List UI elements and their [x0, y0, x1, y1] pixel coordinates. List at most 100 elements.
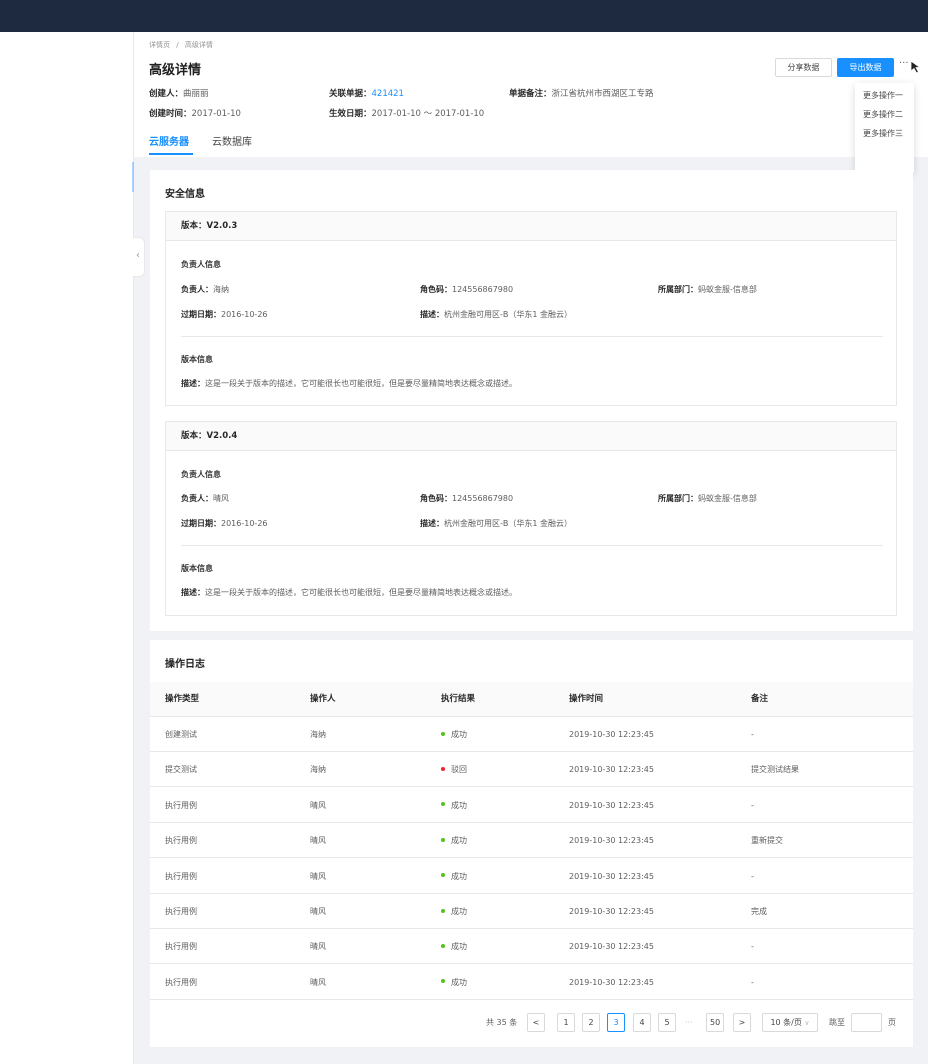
status-cell: 成功: [441, 788, 467, 823]
meta-effective: 生效日期：2017-01-10 ～ 2017-01-10: [329, 109, 485, 119]
status-dot-icon: [441, 731, 445, 736]
share-data-button[interactable]: 分享数据: [775, 58, 832, 77]
table-cell: 2019-10-30 12:23:45: [569, 765, 654, 775]
table-row: 执行用例 晴风 成功 2019-10-30 12:23:45 -: [150, 859, 913, 894]
desc-field: 描述：杭州金融可用区-B（华东1 金融云）: [420, 519, 573, 528]
table-cell: -: [751, 800, 754, 810]
table-cell: 海纳: [310, 730, 326, 739]
pagination-page-4[interactable]: 4: [633, 1013, 651, 1032]
table-cell: 提交测试结果: [751, 765, 799, 775]
status-cell: 成功: [441, 965, 467, 1000]
table-cell: 完成: [751, 907, 767, 916]
version-title: 版本：V2.0.4: [166, 422, 896, 451]
pagination-next-button[interactable]: >: [733, 1013, 751, 1032]
status-cell: 成功: [441, 859, 467, 894]
version-section-title: 版本信息: [181, 355, 213, 364]
table-cell: 2019-10-30 12:23:45: [569, 977, 654, 987]
breadcrumb-item-detail[interactable]: 详情页: [149, 41, 170, 49]
security-info-title: 安全信息: [165, 189, 205, 200]
meta-created: 创建时间：2017-01-10: [149, 109, 241, 119]
chevron-left-icon: ‹: [136, 250, 140, 261]
version-section-title: 版本信息: [181, 564, 213, 573]
table-cell: 晴风: [310, 977, 326, 987]
table-row: 提交测试 海纳 驳回 2019-10-30 12:23:45 提交测试结果: [150, 752, 913, 788]
pagination-prev-button[interactable]: <: [527, 1013, 545, 1032]
column-header[interactable]: 执行结果: [441, 682, 475, 717]
related-link[interactable]: 421421: [372, 89, 404, 99]
operation-log-title: 操作日志: [165, 659, 205, 670]
table-row: 执行用例 晴风 成功 2019-10-30 12:23:45 -: [150, 965, 913, 1000]
pagination-total: 共 35 条: [486, 1018, 518, 1027]
table-cell: 执行用例: [165, 836, 197, 846]
table-cell: 晴风: [310, 907, 326, 916]
table-cell: -: [751, 977, 754, 987]
table-cell: 2019-10-30 12:23:45: [569, 871, 654, 881]
pagination-ellipsis[interactable]: ···: [685, 1013, 693, 1032]
dept-field: 所属部门：蚂蚁金服-信息部: [658, 494, 757, 503]
sidebar-selected-indicator: [132, 162, 134, 192]
table-cell: 晴风: [310, 800, 326, 810]
table-cell: 执行用例: [165, 800, 197, 810]
table-cell: 创建测试: [165, 730, 197, 739]
pagination-page-2[interactable]: 2: [582, 1013, 600, 1032]
owner-section-title: 负责人信息: [181, 260, 221, 269]
pagination-page-5[interactable]: 5: [658, 1013, 676, 1032]
jump-label: 跳至: [829, 1018, 845, 1027]
table-row: 执行用例 晴风 成功 2019-10-30 12:23:45 -: [150, 788, 913, 823]
table-cell: 晴风: [310, 942, 326, 952]
jump-page-input[interactable]: [851, 1013, 882, 1032]
table-cell: 重新提交: [751, 836, 783, 846]
status-dot-icon: [441, 766, 445, 771]
tab-cloud-database[interactable]: 云数据库: [212, 133, 252, 148]
status-dot-icon: [441, 943, 445, 948]
table-cell: 2019-10-30 12:23:45: [569, 907, 654, 916]
sidebar-collapse-button[interactable]: ‹: [133, 237, 145, 277]
column-header[interactable]: 备注: [751, 682, 768, 717]
security-info-card: 安全信息 版本：V2.0.3 负责人信息 负责人：海纳 角色码：12455686…: [150, 170, 913, 631]
desc-field: 描述：杭州金融可用区-B（华东1 金融云）: [420, 310, 573, 319]
meta-note: 单据备注：浙江省杭州市西湖区工专路: [509, 89, 654, 99]
meta-related: 关联单据：421421: [329, 89, 404, 99]
owner-field: 负责人：晴风: [181, 494, 229, 503]
tab-cloud-server[interactable]: 云服务器: [149, 133, 189, 148]
pagination-page-1[interactable]: 1: [557, 1013, 575, 1032]
version-title: 版本：V2.0.3: [166, 212, 896, 241]
table-cell: 执行用例: [165, 977, 197, 987]
breadcrumb-item-current: 高级详情: [184, 41, 213, 49]
dropdown-item-more-2[interactable]: 更多操作二: [855, 105, 914, 124]
table-cell: -: [751, 942, 754, 952]
export-data-button[interactable]: 导出数据: [837, 58, 894, 77]
table-header: 操作类型 操作人 执行结果 操作时间 备注: [150, 682, 913, 717]
page-size-select[interactable]: 10 条/页 ∨: [762, 1013, 818, 1032]
pagination-page-3[interactable]: 3: [607, 1013, 625, 1032]
status-cell: 成功: [441, 929, 467, 964]
role-field: 角色码：124556867980: [420, 494, 514, 503]
sidebar: [0, 32, 134, 1064]
table-cell: 2019-10-30 12:23:45: [569, 800, 654, 810]
version-desc-field: 描述：这是一段关于版本的描述，它可能很长也可能很短，但是要尽量精简地表达概念或描…: [181, 588, 517, 597]
table-cell: 提交测试: [165, 765, 197, 775]
top-navbar: [0, 0, 928, 32]
table-row: 执行用例 晴风 成功 2019-10-30 12:23:45 -: [150, 929, 913, 965]
status-dot-icon: [441, 837, 445, 842]
table-cell: -: [751, 730, 754, 739]
version-panel: 版本：V2.0.4 负责人信息 负责人：晴风 角色码：124556867980 …: [165, 421, 897, 616]
column-header[interactable]: 操作时间: [569, 682, 603, 717]
more-actions-button[interactable]: ···: [899, 58, 909, 69]
dropdown-item-more-3[interactable]: 更多操作三: [855, 124, 914, 143]
column-header[interactable]: 操作类型: [165, 682, 199, 717]
pagination-page-50[interactable]: 50: [706, 1013, 725, 1032]
dropdown-item-more-1[interactable]: 更多操作一: [855, 86, 914, 105]
expire-field: 过期日期：2016-10-26: [181, 310, 268, 319]
table-cell: 晴风: [310, 836, 326, 846]
owner-field: 负责人：海纳: [181, 285, 229, 294]
page-header: 详情页 / 高级详情 高级详情 创建人：曲丽丽 关联单据：421421 单据备注…: [134, 32, 928, 173]
table-row: 执行用例 晴风 成功 2019-10-30 12:23:45 重新提交: [150, 823, 913, 859]
table-cell: -: [751, 871, 754, 881]
column-header[interactable]: 操作人: [310, 682, 336, 717]
status-cell: 驳回: [441, 752, 467, 787]
jump-suffix: 页: [888, 1018, 896, 1027]
pagination: 共 35 条 < 1 2 3 4 5 ··· 50 > 10 条/页 ∨ 跳至 …: [150, 1013, 913, 1032]
status-cell: 成功: [441, 894, 467, 929]
operation-log-card: 操作日志 操作类型 操作人 执行结果 操作时间 备注 创建测试 海纳成功 2019-…: [150, 640, 913, 1047]
